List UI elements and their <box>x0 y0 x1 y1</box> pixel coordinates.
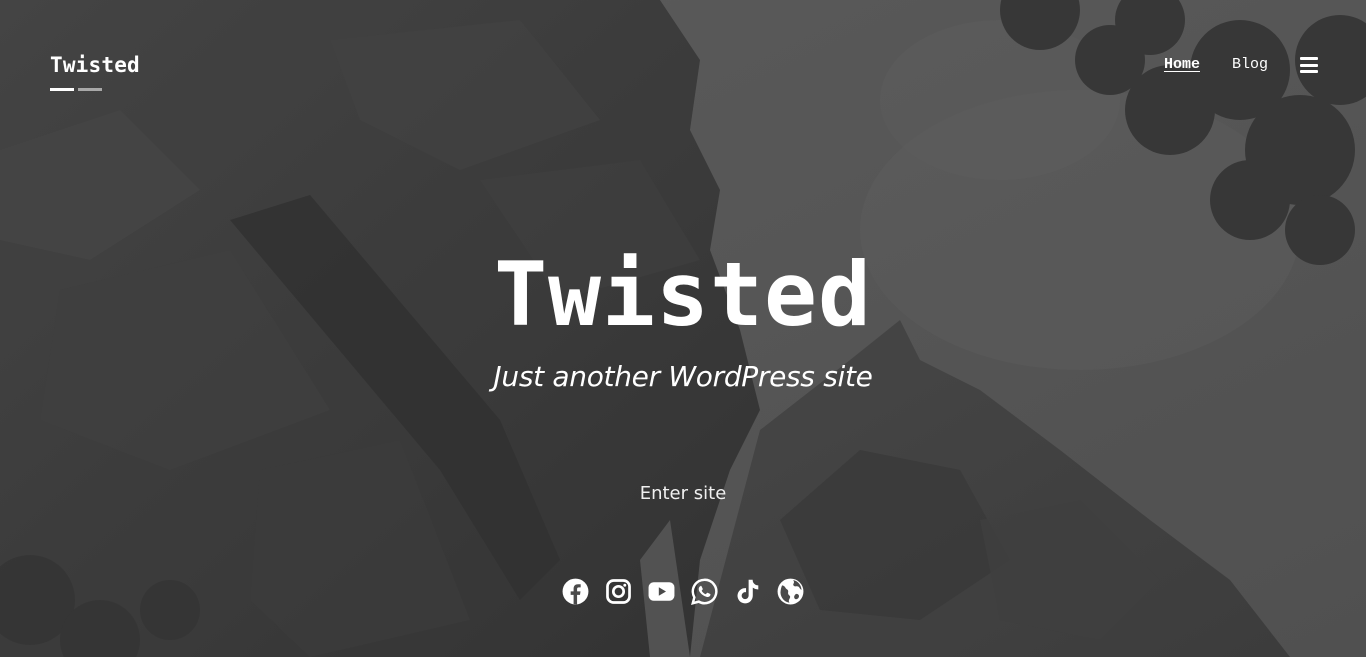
site-logo-link[interactable]: Twisted <box>50 50 140 80</box>
brand-bar-secondary <box>78 88 102 91</box>
hamburger-icon[interactable] <box>1300 57 1318 73</box>
brand-bar-primary <box>50 88 74 91</box>
hamburger-line <box>1300 57 1318 60</box>
brand-underline <box>50 88 140 91</box>
hamburger-line <box>1300 70 1318 73</box>
facebook-icon[interactable] <box>562 578 589 605</box>
enter-site-link[interactable]: Enter site <box>583 481 783 507</box>
primary-navigation: Home Blog <box>1164 53 1318 77</box>
nav-item-home[interactable]: Home <box>1164 53 1200 77</box>
site-tagline: Just another WordPress site <box>493 360 873 393</box>
nav-item-blog[interactable]: Blog <box>1232 53 1268 77</box>
hamburger-line <box>1300 63 1318 67</box>
tiktok-icon[interactable] <box>734 578 761 605</box>
site-branding: Twisted <box>50 50 140 91</box>
instagram-icon[interactable] <box>605 578 632 605</box>
social-links <box>0 578 1366 605</box>
globe-icon[interactable] <box>777 578 804 605</box>
youtube-icon[interactable] <box>648 578 675 605</box>
site-title: Twisted <box>494 243 872 346</box>
whatsapp-icon[interactable] <box>691 578 718 605</box>
